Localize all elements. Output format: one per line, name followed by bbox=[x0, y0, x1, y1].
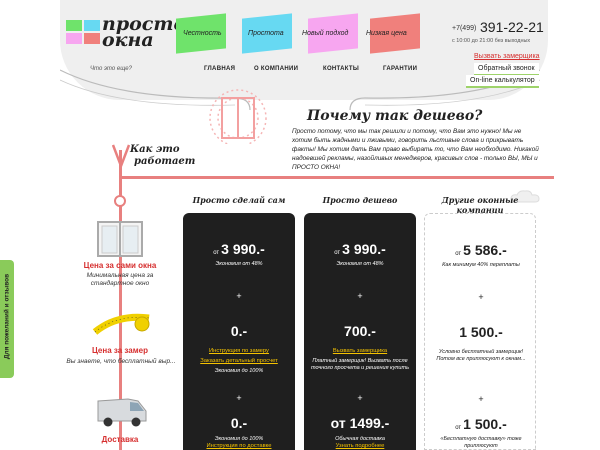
calculator-button[interactable]: On-line калькулятор bbox=[466, 75, 539, 88]
step-window-title: Цена за сами окна bbox=[83, 261, 157, 270]
diy-link-delivery-instructions[interactable]: Инструкция по доставке bbox=[183, 443, 295, 449]
cheap-note-measure: Платный замерщик! Вызвать после точного … bbox=[311, 358, 409, 371]
flag-simplicity-label: Простота bbox=[248, 30, 284, 37]
column-head-others: Другие оконные компании bbox=[441, 195, 519, 215]
others-price-measure: 1 500.- bbox=[459, 324, 503, 340]
flow-line-horizontal bbox=[119, 176, 554, 179]
others-price-window-prefix: от bbox=[455, 251, 462, 257]
logo-square-green bbox=[66, 20, 82, 31]
nav-home[interactable]: ГЛАВНАЯ bbox=[204, 66, 235, 72]
logo-square-blue bbox=[84, 20, 100, 31]
flag-low-price-label: Низкая цена bbox=[366, 30, 407, 37]
plus-icon: + bbox=[236, 291, 242, 301]
diy-price-window: от 3 990.- bbox=[183, 241, 295, 257]
plus-icon: + bbox=[478, 394, 484, 404]
step-delivery-title: Доставка bbox=[101, 435, 139, 444]
cheap-note-delivery: Обычная доставка bbox=[335, 436, 385, 442]
page-title: Почему так дешево? bbox=[307, 108, 483, 124]
flag-honesty-label: Честность bbox=[183, 30, 222, 37]
diy-price-window-prefix: от bbox=[213, 250, 220, 256]
others-note-measure: Условно бесплатный замерщик! Потом все п… bbox=[436, 349, 526, 362]
plus-icon: + bbox=[357, 291, 363, 301]
cheap-price-measure: 700.- bbox=[344, 323, 376, 339]
card-others: от 5 586.- Как минимум 40% переплаты + 1 … bbox=[424, 213, 536, 450]
others-note-window: Как минимум 40% переплаты bbox=[442, 262, 520, 268]
phone-prefix: +7(499) bbox=[452, 25, 477, 32]
feedback-side-tab-label: Для пожеланий и отзывов bbox=[3, 273, 11, 360]
nav-contacts[interactable]: КОНТАКТЫ bbox=[323, 66, 359, 72]
others-price-window-value: 5 586.- bbox=[463, 242, 507, 258]
diy-link-detailed-calc[interactable]: Заказать детальный просчет bbox=[183, 358, 295, 364]
window-image bbox=[97, 221, 143, 257]
cheap-note-window: Экономия от 48% bbox=[336, 261, 384, 267]
feedback-side-tab[interactable]: Для пожеланий и отзывов bbox=[0, 260, 14, 378]
others-price-delivery-prefix: от bbox=[455, 425, 462, 431]
flow-dot bbox=[114, 195, 126, 207]
column-head-cheap: Просто дешево bbox=[322, 195, 398, 205]
column-head-diy: Просто сделай сам bbox=[192, 195, 286, 205]
delivery-van-image bbox=[97, 398, 147, 427]
window-decoration bbox=[209, 89, 267, 144]
others-price-delivery-value: 1 500.- bbox=[463, 416, 507, 432]
card-diy: от 3 990.- Экономия от 48% + 0.- Инструкц… bbox=[183, 213, 295, 450]
plus-icon: + bbox=[357, 393, 363, 403]
call-measurer-link[interactable]: Вызвать замерщика bbox=[470, 51, 544, 62]
diy-note-window: Экономия от 48% bbox=[215, 261, 263, 267]
step-window-sub: Минимальная цена за стандартное окно bbox=[86, 272, 154, 287]
step-measure-title: Цена за замер bbox=[91, 346, 148, 355]
cheap-price-delivery: от 1499.- bbox=[304, 415, 416, 431]
diy-link-measure-instructions[interactable]: Инструкция по замеру bbox=[183, 348, 295, 354]
others-price-delivery: от 1 500.- bbox=[425, 416, 537, 432]
cheap-price-delivery-value: 1499.- bbox=[349, 415, 390, 431]
arrow-down-icon bbox=[112, 144, 130, 168]
flag-new-approach-label: Новый подход bbox=[302, 30, 349, 37]
how-it-works-line-1: Как это bbox=[130, 144, 180, 155]
step-measure-sub: Вы знаете, что бесплатный выр... bbox=[66, 358, 176, 365]
diy-price-measure: 0.- bbox=[230, 323, 248, 339]
diy-note-measure: Экономия до 100% bbox=[214, 368, 264, 374]
working-hours: с 10:00 до 21:00 без выходных bbox=[452, 38, 531, 44]
logo-square-red bbox=[84, 33, 100, 44]
others-note-delivery: «Бесплатную доставку» тоже приплюсуют bbox=[440, 436, 522, 449]
diy-price-delivery: 0.- bbox=[230, 415, 248, 431]
cheap-price-delivery-prefix: от bbox=[330, 415, 346, 431]
intro-text: Просто потому, что мы так решили и потом… bbox=[292, 128, 539, 171]
logo-square-pink bbox=[66, 33, 82, 44]
how-it-works-label: Как это работает bbox=[130, 144, 195, 168]
cheap-link-more[interactable]: Узнать подробнее bbox=[304, 443, 416, 449]
logo-text[interactable]: просто окна bbox=[102, 15, 186, 50]
others-price-window: от 5 586.- bbox=[425, 242, 537, 258]
phone-number[interactable]: 391-22-21 bbox=[480, 19, 544, 35]
cheap-price-window-prefix: от bbox=[334, 250, 341, 256]
diy-price-window-value: 3 990.- bbox=[221, 241, 265, 257]
cheap-link-call-measurer[interactable]: Вызвать замерщика bbox=[304, 348, 416, 354]
card-cheap: от 3 990.- Экономия от 48% + 700.- Вызват… bbox=[304, 213, 416, 450]
nav-about[interactable]: О КОМПАНИИ bbox=[254, 66, 298, 72]
plus-icon: + bbox=[478, 292, 484, 302]
nav-guarantees[interactable]: ГАРАНТИИ bbox=[383, 66, 417, 72]
diy-note-delivery: Экономия до 100% bbox=[214, 436, 264, 442]
cheap-price-window-value: 3 990.- bbox=[342, 241, 386, 257]
cheap-price-window: от 3 990.- bbox=[304, 241, 416, 257]
how-it-works-line-2: работает bbox=[134, 156, 196, 167]
measuring-tape-image bbox=[92, 313, 150, 335]
plus-icon: + bbox=[236, 393, 242, 403]
whats-that-link[interactable]: Что это еще? bbox=[90, 66, 132, 72]
